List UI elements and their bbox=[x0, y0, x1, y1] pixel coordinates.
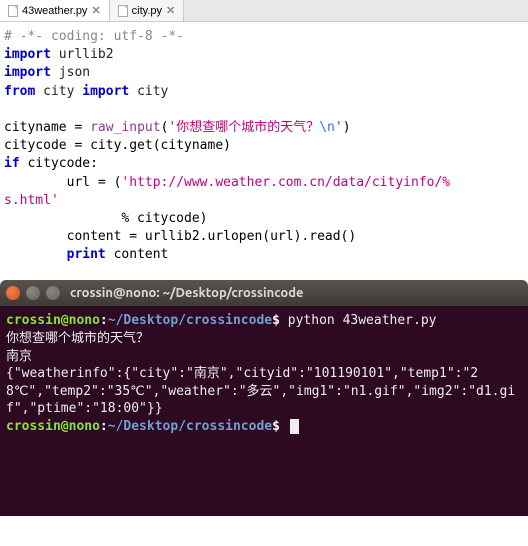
tab-city[interactable]: city.py ✕ bbox=[110, 0, 185, 21]
cursor-icon bbox=[290, 419, 299, 434]
code-comment: # -*- coding: utf-8 -*- bbox=[4, 29, 184, 44]
code-area[interactable]: # -*- coding: utf-8 -*- import urllib2 i… bbox=[0, 22, 528, 274]
terminal-command: python 43weather.py bbox=[288, 313, 437, 328]
close-icon[interactable]: ✕ bbox=[91, 4, 100, 17]
prompt-path: ~/Desktop/crossincode bbox=[108, 313, 272, 328]
file-icon bbox=[118, 5, 128, 17]
tab-bar: 43weather.py ✕ city.py ✕ bbox=[0, 0, 528, 22]
terminal-titlebar[interactable]: crossin@nono: ~/Desktop/crossincode bbox=[0, 280, 528, 306]
file-icon bbox=[8, 5, 18, 17]
code-keyword: import bbox=[4, 47, 51, 62]
terminal-output: 你想查哪个城市的天气？ bbox=[6, 331, 149, 346]
terminal-window: crossin@nono: ~/Desktop/crossincode cros… bbox=[0, 280, 528, 516]
terminal-output: {"weatherinfo":{"city":"南京","cityid":"10… bbox=[6, 366, 515, 416]
window-minimize-icon[interactable] bbox=[26, 286, 40, 300]
close-icon[interactable]: ✕ bbox=[166, 4, 175, 17]
window-close-icon[interactable] bbox=[6, 286, 20, 300]
tab-43weather[interactable]: 43weather.py ✕ bbox=[0, 0, 110, 21]
tab-label: city.py bbox=[132, 5, 162, 17]
prompt-user: crossin@nono bbox=[6, 313, 100, 328]
terminal-body[interactable]: crossin@nono:~/Desktop/crossincode$ pyth… bbox=[0, 306, 528, 516]
terminal-title: crossin@nono: ~/Desktop/crossincode bbox=[70, 286, 304, 300]
terminal-output: 南京 bbox=[6, 349, 32, 364]
tab-label: 43weather.py bbox=[22, 5, 87, 17]
window-maximize-icon[interactable] bbox=[46, 286, 60, 300]
code-editor: 43weather.py ✕ city.py ✕ # -*- coding: u… bbox=[0, 0, 528, 274]
